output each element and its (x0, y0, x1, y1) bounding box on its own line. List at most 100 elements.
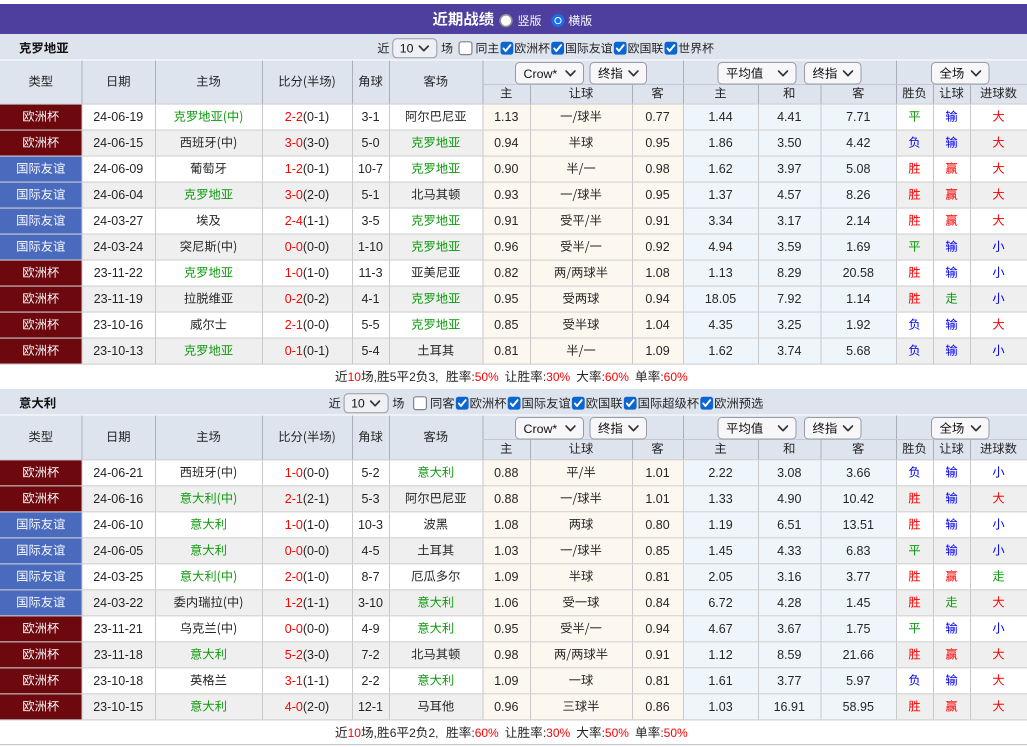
svg-text:0.91: 0.91 (645, 214, 669, 228)
svg-text:5-5: 5-5 (361, 318, 379, 332)
svg-text:7.92: 7.92 (777, 292, 801, 306)
svg-text:4.57: 4.57 (777, 188, 801, 202)
svg-text:24-06-19: 24-06-19 (93, 110, 143, 124)
svg-text:3.17: 3.17 (777, 214, 801, 228)
svg-text:5-0: 5-0 (361, 136, 379, 150)
svg-text:(1-1): (1-1) (303, 596, 329, 610)
svg-text:4-5: 4-5 (361, 544, 379, 558)
svg-text:4-9: 4-9 (361, 622, 379, 636)
svg-text:3-1: 3-1 (361, 110, 379, 124)
svg-text:30%: 30% (546, 370, 570, 384)
svg-text:0.98: 0.98 (494, 648, 518, 662)
svg-text:5-3: 5-3 (361, 492, 379, 506)
svg-text:3.74: 3.74 (777, 344, 801, 358)
svg-text:24-06-16: 24-06-16 (93, 492, 143, 506)
svg-text:1.92: 1.92 (846, 318, 870, 332)
svg-text:(0-1): (0-1) (303, 162, 329, 176)
svg-text:(0-0): (0-0) (303, 466, 329, 480)
svg-text:0.94: 0.94 (645, 622, 669, 636)
svg-text:1.45: 1.45 (708, 544, 732, 558)
svg-text:1.61: 1.61 (708, 674, 732, 688)
svg-text:1.69: 1.69 (846, 240, 870, 254)
svg-text:1.86: 1.86 (708, 136, 732, 150)
svg-text:50%: 50% (605, 726, 629, 740)
svg-text:0-1: 0-1 (285, 344, 303, 358)
svg-text:1-0: 1-0 (285, 518, 303, 532)
svg-text:1.37: 1.37 (708, 188, 732, 202)
svg-text:3.25: 3.25 (777, 318, 801, 332)
svg-text:0.82: 0.82 (494, 266, 518, 280)
svg-text:3.97: 3.97 (777, 162, 801, 176)
svg-text:3.34: 3.34 (708, 214, 732, 228)
svg-text:1.04: 1.04 (645, 318, 669, 332)
svg-text:(2-0): (2-0) (303, 700, 329, 714)
svg-text:23-10-18: 23-10-18 (93, 674, 143, 688)
svg-text:0.95: 0.95 (494, 622, 518, 636)
svg-text:0.91: 0.91 (494, 214, 518, 228)
svg-text:3.67: 3.67 (777, 622, 801, 636)
svg-text:24-06-09: 24-06-09 (93, 162, 143, 176)
svg-text:1.62: 1.62 (708, 344, 732, 358)
svg-text:0-2: 0-2 (285, 292, 303, 306)
svg-text:(1-0): (1-0) (303, 266, 329, 280)
svg-text:23-10-16: 23-10-16 (93, 318, 143, 332)
svg-text:0-0: 0-0 (285, 622, 303, 636)
svg-text:1.03: 1.03 (494, 544, 518, 558)
svg-text:1.13: 1.13 (708, 266, 732, 280)
svg-text:6.72: 6.72 (708, 596, 732, 610)
svg-text:1.09: 1.09 (494, 674, 518, 688)
svg-text:1.12: 1.12 (708, 648, 732, 662)
svg-text:1.09: 1.09 (494, 570, 518, 584)
svg-text:60%: 60% (605, 370, 629, 384)
svg-text:4.28: 4.28 (777, 596, 801, 610)
svg-text:0.77: 0.77 (645, 110, 669, 124)
svg-text:11-3: 11-3 (358, 266, 382, 280)
svg-text:4.42: 4.42 (846, 136, 870, 150)
svg-text:1-2: 1-2 (285, 596, 303, 610)
svg-text:3.77: 3.77 (777, 674, 801, 688)
svg-text:6: 6 (390, 726, 397, 740)
svg-text:1.62: 1.62 (708, 162, 732, 176)
svg-text:0.96: 0.96 (494, 700, 518, 714)
svg-text:24-03-27: 24-03-27 (93, 214, 143, 228)
svg-text:1-0: 1-0 (285, 266, 303, 280)
svg-text:1.45: 1.45 (846, 596, 870, 610)
svg-text:4.67: 4.67 (708, 622, 732, 636)
svg-text:0.81: 0.81 (645, 570, 669, 584)
svg-text:0.92: 0.92 (645, 240, 669, 254)
svg-text:3.16: 3.16 (777, 570, 801, 584)
svg-text:(0-0): (0-0) (303, 318, 329, 332)
svg-text:12-1: 12-1 (358, 700, 383, 714)
svg-text:3-0: 3-0 (285, 136, 303, 150)
svg-text:16.91: 16.91 (774, 700, 805, 714)
svg-text:3.66: 3.66 (846, 466, 870, 480)
svg-text:1.33: 1.33 (708, 492, 732, 506)
svg-text:4.94: 4.94 (708, 240, 732, 254)
svg-text:(1-1): (1-1) (303, 214, 329, 228)
svg-text:5.08: 5.08 (846, 162, 870, 176)
svg-text:3.08: 3.08 (777, 466, 801, 480)
svg-text:2,: 2, (428, 726, 438, 740)
svg-text:4-1: 4-1 (361, 292, 379, 306)
svg-text:10: 10 (400, 42, 414, 56)
svg-text:20.58: 20.58 (843, 266, 874, 280)
svg-text:1.06: 1.06 (494, 596, 518, 610)
svg-text:5-2: 5-2 (285, 648, 303, 662)
svg-text:23-11-22: 23-11-22 (94, 266, 143, 280)
svg-text:,: , (374, 370, 377, 384)
svg-text:5.68: 5.68 (846, 344, 870, 358)
svg-text:0-0: 0-0 (285, 544, 303, 558)
svg-text:4.41: 4.41 (777, 110, 801, 124)
svg-text:(2-1): (2-1) (303, 492, 329, 506)
svg-text:13.51: 13.51 (843, 518, 874, 532)
svg-text:0.95: 0.95 (645, 136, 669, 150)
svg-text:10: 10 (348, 370, 362, 384)
svg-text:18.05: 18.05 (705, 292, 736, 306)
svg-text:2.14: 2.14 (846, 214, 870, 228)
svg-text:3-10: 3-10 (358, 596, 383, 610)
svg-text:3-0: 3-0 (285, 188, 303, 202)
svg-text:5-4: 5-4 (361, 344, 379, 358)
svg-text:1.75: 1.75 (846, 622, 870, 636)
svg-text:1.19: 1.19 (708, 518, 732, 532)
svg-text:24-03-22: 24-03-22 (93, 596, 143, 610)
